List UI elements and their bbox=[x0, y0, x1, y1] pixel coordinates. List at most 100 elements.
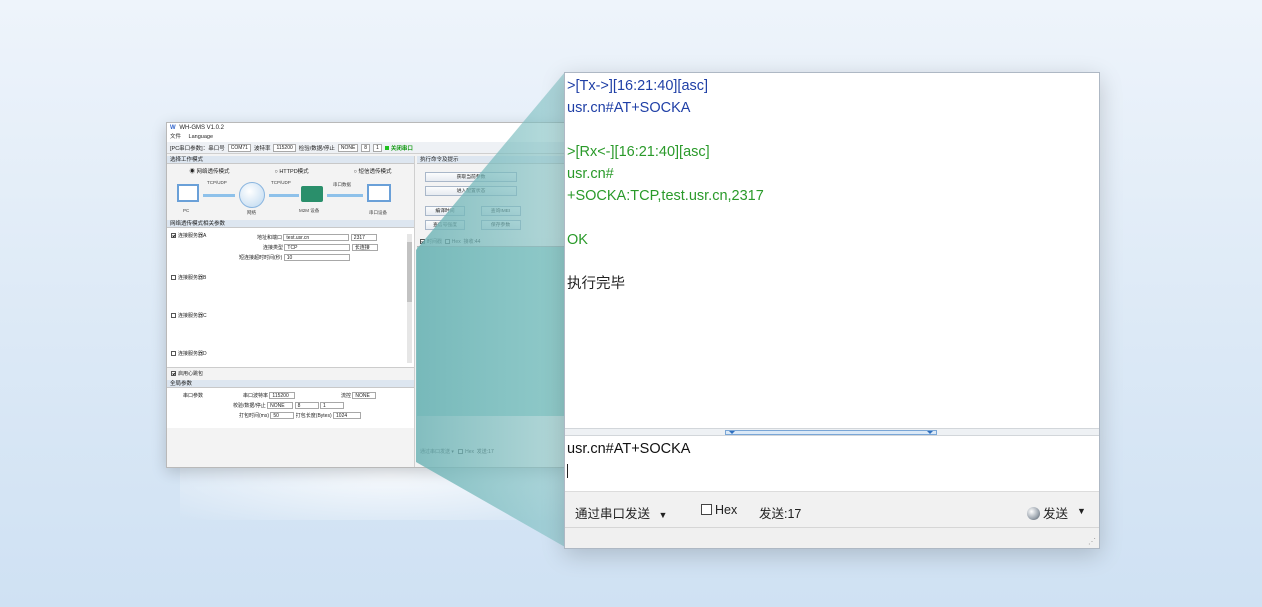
mode-httpd-radio[interactable]: ○ HTTPD模式 bbox=[274, 167, 308, 175]
receive-panel[interactable] bbox=[417, 246, 567, 416]
baud-label: 波特率 bbox=[253, 145, 271, 152]
stopbits-select[interactable]: 1 bbox=[373, 143, 382, 152]
send-button[interactable]: 发送 bbox=[1027, 503, 1068, 522]
pack-time-input[interactable]: 50 bbox=[270, 412, 295, 419]
server-b-label: 连接服务器B bbox=[178, 275, 207, 281]
app-logo-icon: W bbox=[170, 125, 176, 131]
receive-log[interactable]: >[Tx->][16:21:40][asc] usr.cn#AT+SOCKA >… bbox=[565, 73, 1099, 428]
mode-httpd-label: HTTPD模式 bbox=[279, 169, 309, 175]
serial-params-label: 串口参数 bbox=[183, 393, 204, 399]
cmd-title: 执行命令及提示 bbox=[417, 156, 567, 164]
mode-network-label: 网络透传模式 bbox=[196, 169, 230, 175]
port-input[interactable]: 2317 bbox=[350, 234, 377, 241]
serial-device-label: 串口设备 bbox=[369, 210, 387, 215]
sent-count: 发送:17 bbox=[759, 507, 802, 521]
conn-type-select[interactable]: TCP bbox=[284, 244, 351, 251]
checkbox-checked-icon[interactable] bbox=[420, 239, 425, 245]
rx-hex-label: Hex bbox=[451, 239, 461, 245]
params-scrollbar[interactable] bbox=[407, 234, 412, 363]
network-label: 网络 bbox=[247, 210, 256, 215]
compile-time-button[interactable]: 编译时间 bbox=[425, 206, 465, 216]
tx-toolbar: 通过串口发送 ▾ Hex 发送:17 bbox=[420, 449, 494, 455]
pack-len-input[interactable]: 1024 bbox=[333, 412, 362, 419]
send-label: 发送 bbox=[1043, 507, 1069, 521]
right-pane: 执行命令及提示 获取当前参数 进入配置状态 编译时间 查询IMEI 查信号强度 … bbox=[417, 156, 567, 467]
pane-splitter[interactable] bbox=[565, 428, 1099, 436]
heartbeat-label: 启用心跳包 bbox=[178, 371, 204, 377]
log-line: OK bbox=[567, 232, 588, 248]
tcp-label-2: TCP/UDP bbox=[271, 180, 291, 185]
addr-label: 地址和端口 bbox=[257, 235, 283, 241]
globe-icon bbox=[239, 182, 265, 208]
save-params-button[interactable]: 保存参数 bbox=[480, 220, 521, 230]
send-input[interactable]: usr.cn#AT+SOCKA bbox=[565, 436, 1099, 491]
close-port-button[interactable]: 关闭串口 bbox=[385, 144, 413, 152]
tx-send-mode[interactable]: 通过串口发送 bbox=[420, 449, 450, 455]
enter-config-button[interactable]: 进入配置状态 bbox=[425, 186, 517, 196]
menu-file[interactable]: 文件 bbox=[170, 134, 181, 140]
port-select[interactable]: COM71 bbox=[227, 143, 251, 152]
pc-icon bbox=[177, 184, 199, 202]
get-params-button[interactable]: 获取当前参数 bbox=[425, 172, 517, 182]
splitter-grip-icon[interactable] bbox=[725, 430, 937, 435]
long-conn-select[interactable]: 长连接 bbox=[351, 244, 378, 251]
text-caret bbox=[567, 464, 568, 478]
send-input-value: usr.cn#AT+SOCKA bbox=[567, 441, 691, 457]
flow-select[interactable]: NONE bbox=[352, 392, 377, 399]
recv-count: 接收:44 bbox=[463, 239, 481, 245]
checkbox-icon bbox=[171, 313, 176, 319]
pack-time-label: 打包时间(ms) bbox=[239, 413, 269, 419]
arrow-icon bbox=[327, 194, 363, 197]
stopbits-select-2[interactable]: 1 bbox=[319, 402, 344, 409]
parity-label-2: 校验/数据/停止 bbox=[233, 403, 266, 409]
server-a-checkbox[interactable]: 连接服务器A bbox=[171, 232, 206, 239]
pack-len-label: 打包长度(Bytes) bbox=[295, 413, 332, 419]
parity-label: 检验/数据/停止 bbox=[298, 145, 335, 152]
serial-data-label: 串口数据 bbox=[333, 182, 351, 187]
checkbox-checked-icon bbox=[171, 233, 176, 239]
timeout-input[interactable]: 10 bbox=[283, 254, 350, 261]
menu-language[interactable]: Language bbox=[189, 134, 213, 140]
query-imei-button[interactable]: 查询IMEI bbox=[480, 206, 521, 216]
mode-network-radio[interactable]: ◉ 网络透传模式 bbox=[189, 167, 229, 175]
arrow-icon bbox=[269, 194, 299, 197]
status-bar: ⋰ bbox=[565, 527, 1099, 548]
zoomed-terminal-panel: >[Tx->][16:21:40][asc] usr.cn#AT+SOCKA >… bbox=[564, 72, 1100, 549]
tx-hex-label: Hex bbox=[465, 449, 474, 455]
databits-select-2[interactable]: 8 bbox=[294, 402, 319, 409]
server-c-checkbox[interactable]: 连接服务器C bbox=[171, 312, 207, 319]
server-a-label: 连接服务器A bbox=[178, 233, 207, 239]
checkbox-icon[interactable] bbox=[444, 239, 450, 245]
arrow-icon bbox=[203, 194, 235, 197]
send-mode-label: 通过串口发送 bbox=[575, 507, 651, 521]
log-line: +SOCKA:TCP,test.usr.cn,2317 bbox=[567, 188, 764, 204]
server-b-checkbox[interactable]: 连接服务器B bbox=[171, 274, 206, 281]
heartbeat-checkbox[interactable]: 启用心跳包 bbox=[171, 370, 418, 382]
hex-label: Hex bbox=[715, 503, 738, 517]
menubar: 文件 Language bbox=[167, 133, 567, 142]
log-line: >[Tx->][16:21:40][asc] bbox=[567, 78, 709, 94]
hex-checkbox[interactable]: Hex bbox=[701, 503, 737, 517]
parity-select-2[interactable]: NONE bbox=[267, 402, 294, 409]
m2m-device-icon bbox=[301, 186, 323, 202]
server-c-label: 连接服务器C bbox=[178, 313, 207, 319]
mode-sms-radio[interactable]: ○ 短信透传模式 bbox=[354, 167, 392, 175]
send-toolbar: 通过串口发送 ▼ Hex 发送:17 发送 ▼ bbox=[565, 491, 1099, 527]
send-options-chevron-icon[interactable]: ▼ bbox=[1077, 503, 1086, 517]
serial-baud-select[interactable]: 115200 bbox=[269, 392, 296, 399]
left-pane: 选择工作模式 ◉ 网络透传模式 ○ HTTPD模式 ○ 短信透传模式 TCP/U… bbox=[167, 156, 415, 467]
signal-button[interactable]: 查信号强度 bbox=[425, 220, 465, 230]
server-d-checkbox[interactable]: 连接服务器D bbox=[171, 350, 207, 357]
checkbox-icon[interactable] bbox=[458, 449, 464, 455]
databits-select[interactable]: 8 bbox=[361, 143, 371, 152]
parity-select[interactable]: NONE bbox=[337, 143, 359, 152]
send-mode-dropdown[interactable]: 通过串口发送 ▼ bbox=[575, 503, 667, 522]
serial-baud-label: 串口波特率 bbox=[243, 393, 269, 399]
serial-port-label: [PC串口参数]：串口号 bbox=[170, 145, 225, 152]
baud-select[interactable]: 115200 bbox=[273, 143, 296, 152]
flow-label: 流控 bbox=[341, 393, 352, 399]
addr-input[interactable]: test.usr.cn bbox=[283, 234, 350, 241]
checkbox-icon bbox=[171, 351, 176, 357]
resize-grip-icon[interactable]: ⋰ bbox=[1088, 537, 1096, 546]
